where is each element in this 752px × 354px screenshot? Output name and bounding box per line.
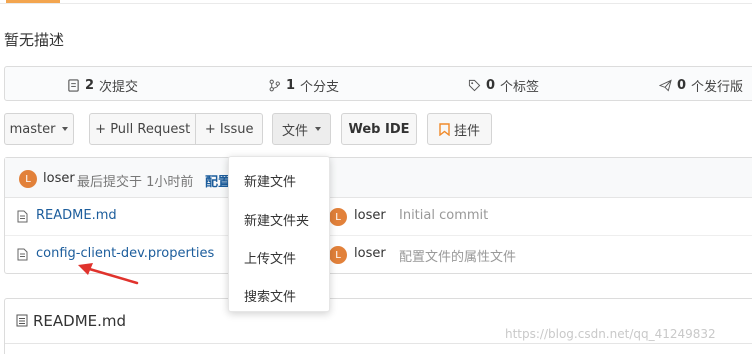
file-commit-message[interactable]: 配置文件的属性文件	[399, 246, 516, 265]
web-ide-label: Web IDE	[348, 121, 410, 137]
file-author[interactable]: loser	[354, 208, 386, 223]
release-icon	[659, 79, 672, 92]
menu-item-search-file[interactable]: 搜索文件	[244, 286, 296, 305]
caret-down-icon	[62, 127, 69, 131]
commits-stat[interactable]: 2 次提交	[67, 76, 138, 95]
file-name[interactable]: README.md	[36, 208, 117, 223]
commit-time: 最后提交于 1小时前	[77, 175, 194, 190]
repo-description: 暂无描述	[4, 31, 65, 49]
pull-request-button[interactable]: + Pull Request	[90, 114, 195, 144]
tags-label: 个标签	[500, 80, 540, 95]
readme-icon	[16, 314, 28, 327]
commits-label: 次提交	[99, 80, 139, 95]
readme-title: README.md	[33, 312, 127, 330]
top-divider	[0, 3, 752, 4]
files-label: 文件	[281, 123, 308, 139]
file-list: L loser 最后提交于 1小时前 配置 README.md L loser …	[4, 157, 752, 274]
tags-stat[interactable]: 0 个标签	[468, 76, 539, 95]
pr-issue-group: + Pull Request + Issue	[89, 113, 263, 145]
branch-select[interactable]: master	[4, 113, 74, 145]
avatar[interactable]: L	[329, 208, 347, 226]
files-dropdown-menu: 新建文件 新建文件夹 上传文件 搜索文件	[228, 156, 330, 312]
web-ide-button[interactable]: Web IDE	[341, 113, 417, 145]
file-name[interactable]: config-client-dev.properties	[36, 246, 214, 261]
menu-item-upload-file[interactable]: 上传文件	[244, 248, 296, 267]
branch-icon	[269, 79, 280, 92]
issue-button[interactable]: + Issue	[196, 114, 262, 144]
repo-stats-bar: 2 次提交 1 个分支 0 个标签 0 个发行版	[4, 66, 752, 101]
branches-stat[interactable]: 1 个分支	[268, 76, 339, 95]
avatar[interactable]: L	[329, 246, 347, 264]
red-arrow-annotation	[78, 263, 139, 285]
releases-label: 个发行版	[691, 80, 744, 95]
releases-count: 0	[677, 78, 687, 93]
commits-count: 2	[85, 78, 95, 93]
bookmark-icon	[439, 122, 450, 136]
releases-stat[interactable]: 0 个发行版	[659, 76, 743, 95]
bookmark-button[interactable]: 挂件	[427, 113, 492, 145]
tag-icon	[468, 79, 481, 92]
last-commit-row: L loser 最后提交于 1小时前 配置	[5, 158, 752, 198]
commit-icon	[68, 79, 79, 92]
menu-item-new-file[interactable]: 新建文件	[244, 171, 296, 190]
file-commit-message[interactable]: Initial commit	[399, 208, 488, 223]
avatar[interactable]: L	[19, 170, 37, 188]
file-author[interactable]: loser	[354, 246, 386, 261]
bookmark-label: 挂件	[453, 123, 480, 139]
branches-count: 1	[286, 78, 296, 93]
tags-count: 0	[486, 78, 496, 93]
table-row[interactable]: README.md L loser Initial commit	[5, 198, 752, 236]
branch-label: master	[9, 121, 56, 137]
file-icon	[17, 248, 28, 261]
menu-item-new-folder[interactable]: 新建文件夹	[244, 210, 309, 229]
commit-author[interactable]: loser	[43, 171, 75, 186]
caret-down-icon	[315, 127, 321, 131]
watermark: https://blog.csdn.net/qq_41249832	[505, 327, 716, 341]
file-icon	[17, 210, 28, 223]
branches-label: 个分支	[300, 80, 340, 95]
files-dropdown-button[interactable]: 文件	[272, 113, 331, 145]
readme-panel: README.md	[4, 298, 752, 354]
